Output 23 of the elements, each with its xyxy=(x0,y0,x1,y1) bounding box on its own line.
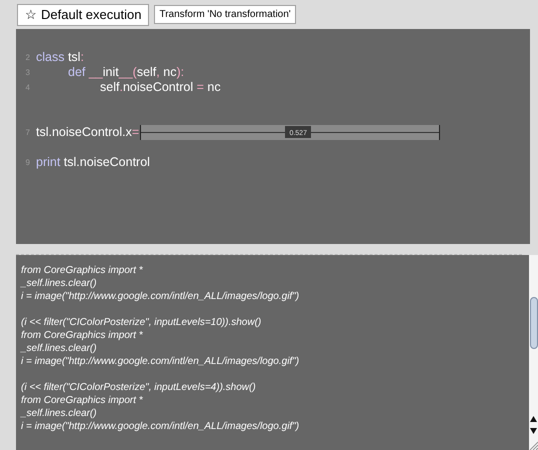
resize-grip-icon[interactable] xyxy=(529,441,538,450)
scrollbar-thumb[interactable] xyxy=(530,297,538,349)
code-line: class tsl: xyxy=(36,49,84,66)
output-line: i = image("http://www.google.com/intl/en_ALL/images/logo.gif") xyxy=(21,420,300,433)
output-line: (i << filter("CIColorPosterize", inputLevels=10)).show() xyxy=(21,316,262,329)
output-line: _self.lines.clear() xyxy=(21,407,98,420)
output-line: i = image("http://www.google.com/intl/en_ALL/images/logo.gif") xyxy=(21,290,300,303)
output-line: from CoreGraphics import * xyxy=(21,264,144,277)
output-line: (i << filter("CIColorPosterize", inputLevels=4)).show() xyxy=(21,381,257,394)
scroll-up-icon[interactable] xyxy=(530,416,537,422)
transform-button[interactable]: Transform 'No transformation' xyxy=(154,5,296,24)
code-line: tsl.noiseControl.x= xyxy=(36,124,140,142)
output-line: _self.lines.clear() xyxy=(21,342,98,355)
code-line: def __init__(self, nc): xyxy=(68,64,184,82)
output-line: i = image("http://www.google.com/intl/en_ALL/images/logo.gif") xyxy=(21,355,300,368)
output-line: _self.lines.clear() xyxy=(21,277,98,290)
execution-button[interactable]: ☆ Default execution xyxy=(17,4,150,26)
output-line: from CoreGraphics import * xyxy=(21,329,144,342)
scroll-down-icon[interactable] xyxy=(530,428,537,434)
scrollbar[interactable] xyxy=(529,255,538,450)
output-line: from CoreGraphics import * xyxy=(21,394,144,407)
code-line: print tsl.noiseControl xyxy=(36,154,150,172)
code-line: self.noiseControl = nc xyxy=(100,79,221,96)
